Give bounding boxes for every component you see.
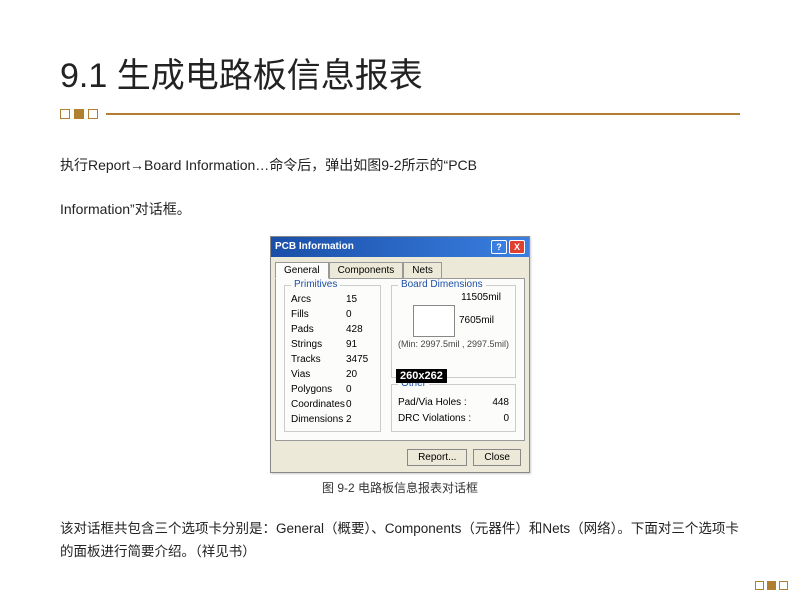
- dialog-titlebar: PCB Information ? X: [271, 237, 529, 257]
- prim-label: Arcs: [291, 292, 311, 307]
- text-en: Components: [385, 521, 462, 536]
- deco-square: [60, 109, 70, 119]
- prim-val: 0: [346, 307, 374, 322]
- page-title: 9.1 生成电路板信息报表: [60, 48, 740, 97]
- title-underline: [60, 109, 740, 119]
- size-badge: 260x262: [396, 369, 447, 383]
- group-title-dimensions: Board Dimensions: [398, 279, 486, 290]
- prim-row: Pads 428: [291, 322, 374, 337]
- dim-min: (Min: 2997.5mil , 2997.5mil): [398, 339, 509, 349]
- other-row: DRC Violations : 0: [398, 411, 509, 427]
- text-en: PCB: [448, 157, 477, 173]
- primitives-group: Primitives Arcs15 Fills0 Pads428 Strings…: [284, 285, 381, 432]
- text: （概要）、: [324, 521, 385, 536]
- board-outline-icon: [413, 305, 455, 337]
- text: 命令后，弹出如图9-2所示的“: [269, 157, 448, 173]
- prim-row: Tracks 3475: [291, 352, 374, 367]
- deco-line: [106, 113, 740, 115]
- prim-row: Vias 20: [291, 367, 374, 382]
- prim-row: Strings 91: [291, 337, 374, 352]
- prim-label: Strings: [291, 337, 322, 352]
- other-label: DRC Violations :: [398, 411, 471, 427]
- prim-val: 20: [346, 367, 374, 382]
- other-group: Other Pad/Via Holes :448 DRC Violations …: [391, 384, 516, 432]
- prim-val: 91: [346, 337, 374, 352]
- dim-width: 11505mil: [461, 292, 501, 303]
- text-en: Information: [60, 201, 130, 217]
- prim-label: Coordinates: [291, 397, 345, 412]
- prim-row: Arcs 15: [291, 292, 374, 307]
- text: （元器件）和: [461, 521, 542, 536]
- text-en: General: [276, 521, 324, 536]
- deco-square-filled: [767, 581, 776, 590]
- prim-label: Polygons: [291, 382, 332, 397]
- help-button[interactable]: ?: [491, 240, 507, 254]
- slide: 9.1 生成电路板信息报表 执行Report→Board Information…: [0, 0, 800, 594]
- text: ”对话框。: [130, 201, 191, 217]
- prim-val: 3475: [346, 352, 374, 367]
- dimensions-group: Board Dimensions 11505mil 7605mil (Min: …: [391, 285, 516, 378]
- paragraph-2: Information”对话框。: [60, 191, 740, 227]
- prim-label: Vias: [291, 367, 310, 382]
- tab-general[interactable]: General: [275, 262, 329, 279]
- text-en: Report→Board Information…: [88, 157, 269, 173]
- prim-label: Pads: [291, 322, 314, 337]
- text: 执行: [60, 157, 88, 173]
- prim-label: Fills: [291, 307, 309, 322]
- tab-components[interactable]: Components: [329, 262, 404, 279]
- other-val: 448: [492, 395, 509, 411]
- close-button[interactable]: Close: [473, 449, 521, 466]
- right-column: Board Dimensions 11505mil 7605mil (Min: …: [391, 285, 516, 432]
- text-en: Nets: [542, 521, 570, 536]
- titlebar-buttons: ? X: [491, 240, 525, 254]
- deco-square: [779, 581, 788, 590]
- paragraph-1: 执行Report→Board Information…命令后，弹出如图9-2所示…: [60, 147, 740, 183]
- tab-strip: General Components Nets: [271, 257, 529, 278]
- corner-decoration: [755, 581, 788, 590]
- prim-row: Fills 0: [291, 307, 374, 322]
- figure: PCB Information ? X General Components N…: [60, 236, 740, 496]
- close-button[interactable]: X: [509, 240, 525, 254]
- text: 该对话框共包含三个选项卡分别是：: [60, 521, 276, 536]
- tab-content: 260x262 Primitives Arcs 15 Fills 0 Pads 428…: [275, 278, 525, 441]
- other-label: Pad/Via Holes :: [398, 395, 467, 411]
- other-row: Pad/Via Holes : 448: [398, 395, 509, 411]
- prim-val: 428: [346, 322, 374, 337]
- figure-caption: 图 9-2 电路板信息报表对话框: [60, 479, 740, 496]
- group-title-primitives: Primitives: [291, 279, 340, 290]
- prim-label: Tracks: [291, 352, 321, 367]
- prim-row: Dimensions2: [291, 412, 374, 427]
- deco-square: [88, 109, 98, 119]
- other-val: 0: [503, 411, 509, 427]
- footer-paragraph: 该对话框共包含三个选项卡分别是：General（概要）、Components（元…: [60, 518, 740, 564]
- dialog-buttons: Report... Close: [271, 445, 529, 472]
- deco-square-filled: [74, 109, 84, 119]
- prim-val: 2: [346, 412, 374, 427]
- prim-val: 0: [346, 382, 374, 397]
- pcb-info-dialog: PCB Information ? X General Components N…: [270, 236, 530, 473]
- dialog-title: PCB Information: [275, 241, 354, 252]
- prim-label: Dimensions: [291, 412, 343, 427]
- dim-inner: 11505mil 7605mil (Min: 2997.5mil , 2997.…: [398, 292, 509, 349]
- prim-row: Coordinates0: [291, 397, 374, 412]
- deco-square: [755, 581, 764, 590]
- dim-height: 7605mil: [459, 315, 494, 326]
- prim-row: Polygons 0: [291, 382, 374, 397]
- report-button[interactable]: Report...: [407, 449, 467, 466]
- prim-val: 0: [346, 397, 374, 412]
- prim-val: 15: [346, 292, 374, 307]
- tab-nets[interactable]: Nets: [403, 262, 442, 279]
